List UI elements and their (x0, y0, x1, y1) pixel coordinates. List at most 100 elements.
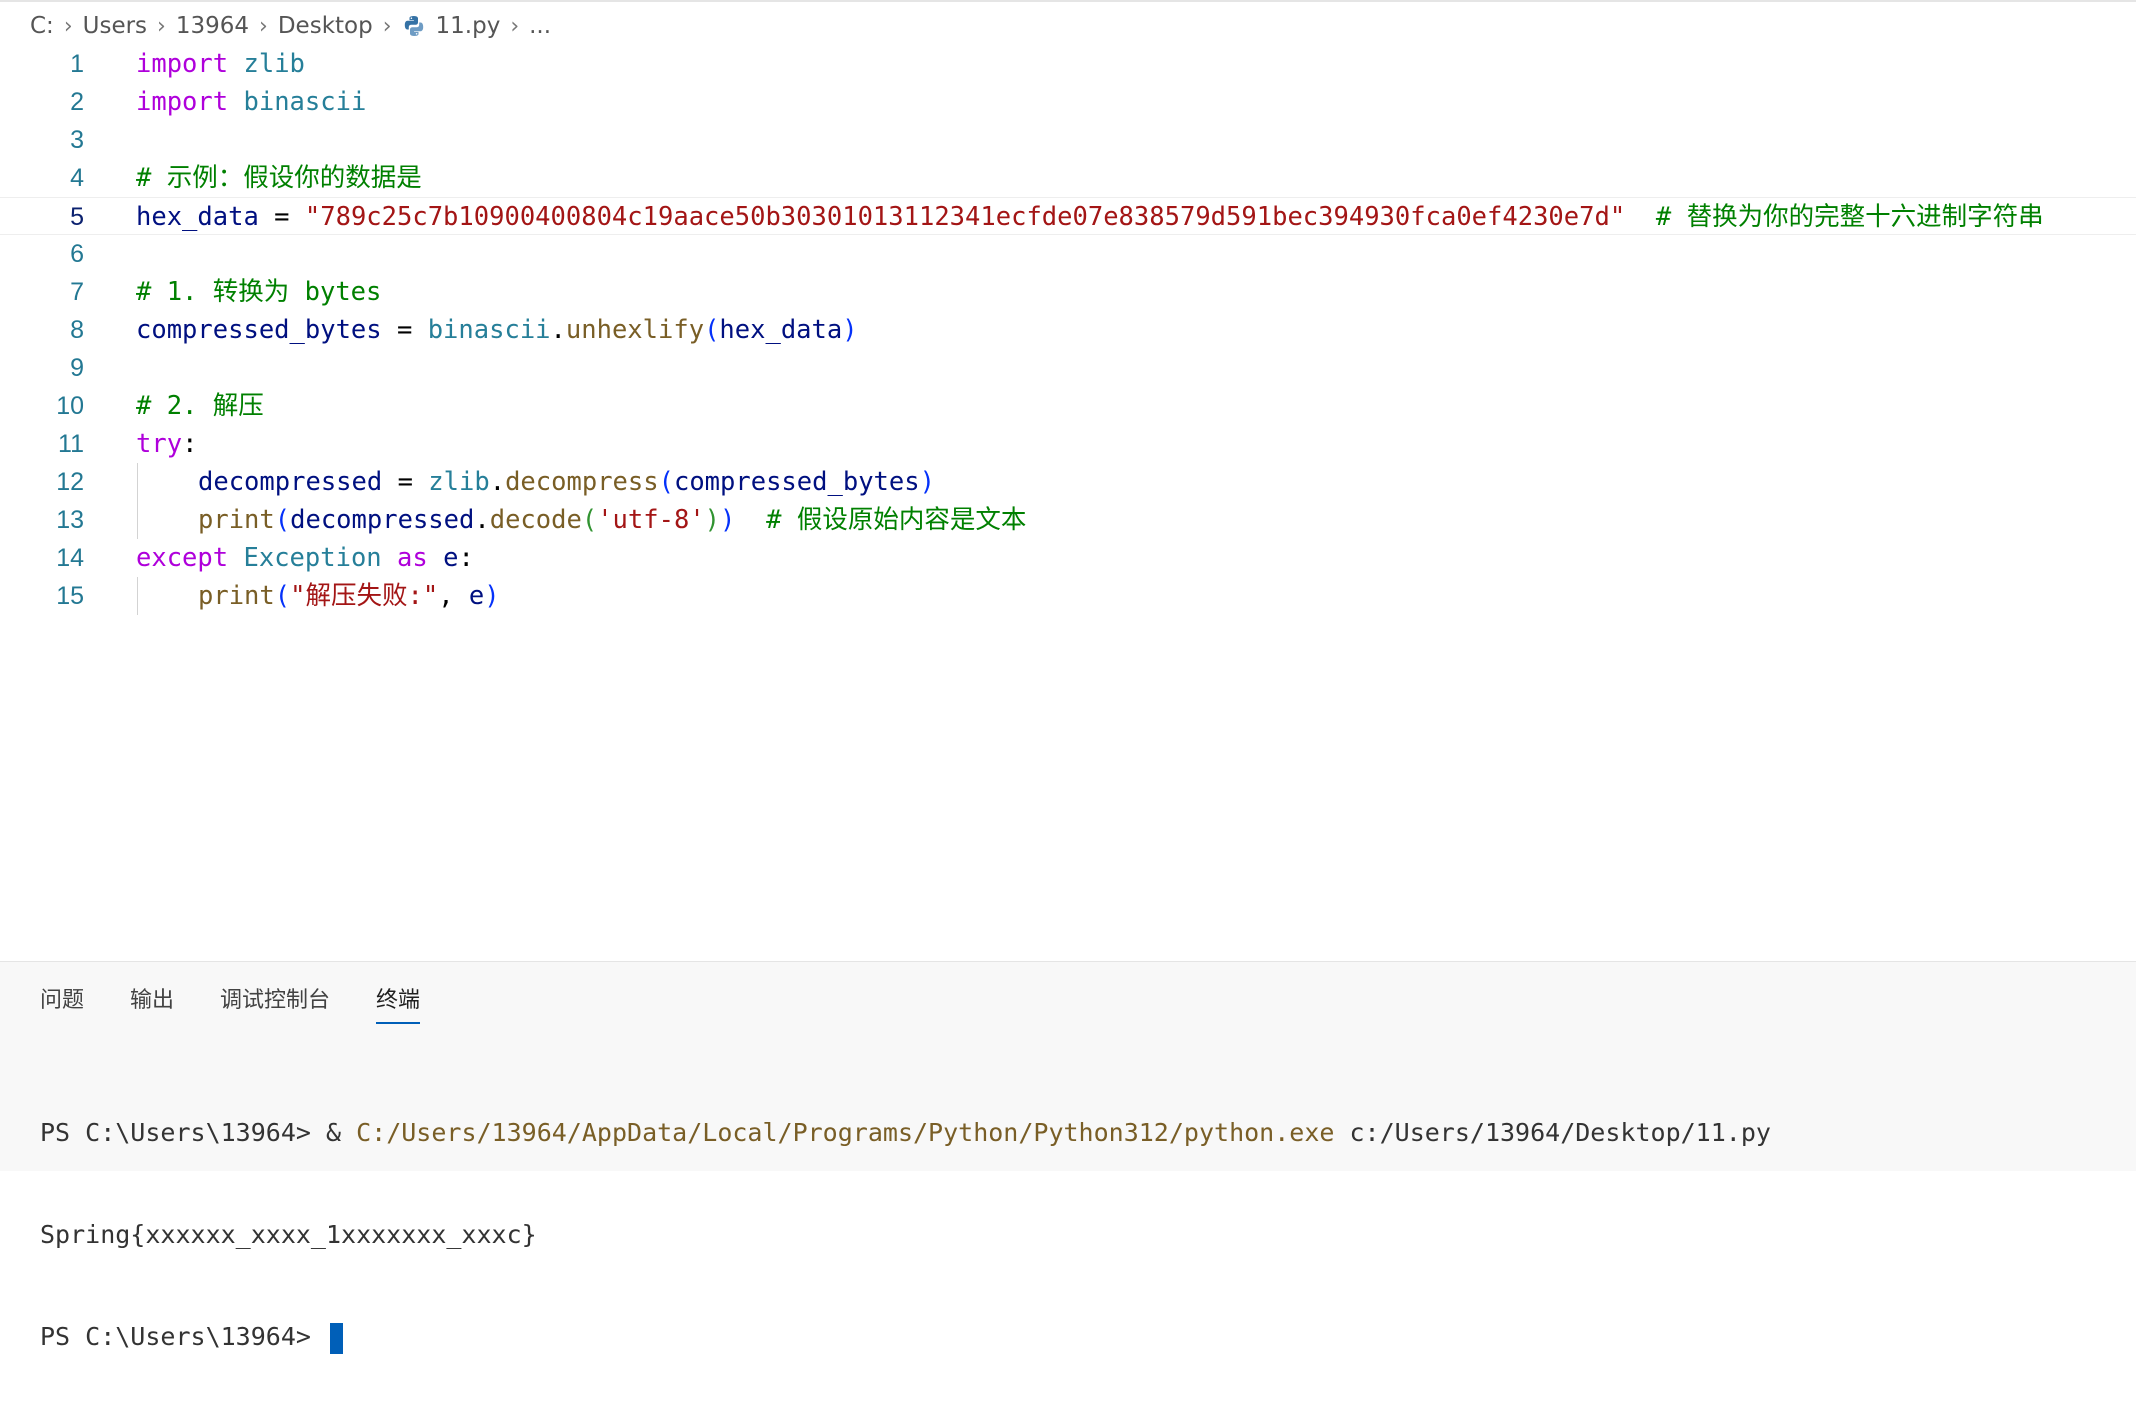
code-token: ) (704, 505, 721, 535)
code-token: : (458, 543, 474, 573)
code-line[interactable]: 9 (0, 349, 2136, 387)
code-token: zlib (428, 467, 490, 497)
code-token: decompress (505, 467, 659, 497)
code-token: 'utf-8' (597, 505, 705, 535)
code-token: . (550, 315, 566, 345)
code-line[interactable]: 5 hex_data = "789c25c7b10900400804c19aace… (0, 197, 2136, 235)
code-token: "解压失败:" (290, 581, 439, 611)
code-token: compressed_bytes (136, 315, 382, 345)
line-number: 5 (70, 203, 84, 231)
code-token: ) (919, 467, 935, 497)
breadcrumb-symbols[interactable]: ... (529, 13, 551, 39)
code-token: ) (720, 505, 736, 535)
code-line[interactable]: 6 (0, 235, 2136, 273)
indent-guide (137, 463, 138, 539)
line-code: print(decompressed.decode('utf-8')) # 假设… (198, 501, 1026, 539)
code-line[interactable]: 11 try: (0, 425, 2136, 463)
code-line[interactable]: 14 except Exception as e: (0, 539, 2136, 577)
code-token: # 假设原始内容是文本 (766, 505, 1027, 535)
code-token: decode (489, 505, 582, 535)
code-token: ) (842, 315, 858, 345)
line-number: 9 (70, 354, 84, 382)
chevron-right-icon: › (259, 13, 268, 39)
line-number: 15 (56, 582, 84, 610)
tab-debug-console[interactable]: 调试控制台 (220, 982, 330, 1024)
terminal-line-command: PS C:\Users\13964> & C:/Users/13964/AppD… (40, 1116, 1771, 1150)
code-token: . (474, 505, 490, 535)
breadcrumb-user-folder[interactable]: 13964 (176, 13, 249, 39)
code-line[interactable]: 10 # 2. 解压 (0, 387, 2136, 425)
terminal-line-prompt: PS C:\Users\13964> (40, 1320, 1771, 1354)
breadcrumb-drive[interactable]: C: (30, 13, 54, 39)
code-line[interactable]: 3 (0, 121, 2136, 159)
code-token: try (136, 429, 183, 459)
tab-problems[interactable]: 问题 (40, 982, 84, 1024)
python-file-icon (404, 16, 423, 36)
code-token: ) (484, 581, 500, 611)
code-line[interactable]: 4 # 示例：假设你的数据是 (0, 159, 2136, 197)
breadcrumb-users[interactable]: Users (83, 13, 147, 39)
terminal-output[interactable]: PS C:\Users\13964> & C:/Users/13964/AppD… (40, 1048, 1771, 1422)
code-line[interactable]: 2 import binascii (0, 83, 2136, 121)
line-code: # 示例：假设你的数据是 (136, 159, 422, 197)
breadcrumb-desktop[interactable]: Desktop (278, 13, 373, 39)
code-token: hex_data (136, 202, 259, 232)
code-token: decompressed (290, 505, 475, 535)
code-line[interactable]: 15 print("解压失败:", e) (0, 577, 2136, 615)
terminal-cursor (329, 1322, 343, 1354)
bottom-panel: 问题 输出 调试控制台 终端 PS C:\Users\13964> & C:/U… (0, 961, 2136, 1354)
terminal-line-result: Spring{xxxxxx_xxxx_1xxxxxxx_xxxc} (40, 1220, 537, 1249)
line-code: import binascii (136, 83, 366, 121)
breadcrumb-file[interactable]: 11.py (436, 13, 501, 39)
code-token: = (258, 202, 305, 232)
line-number: 14 (56, 544, 84, 572)
line-code: compressed_bytes = binascii.unhexlify(he… (136, 311, 858, 349)
terminal-script-arg: c:/Users/13964/Desktop/11.py (1334, 1118, 1771, 1147)
code-token: ( (274, 581, 291, 611)
code-token: ( (274, 505, 291, 535)
breadcrumb: C: › Users › 13964 › Desktop › 11.py › .… (30, 8, 551, 44)
line-code: try: (136, 425, 197, 463)
terminal-prompt: PS C:\Users\13964> (40, 1118, 326, 1147)
code-token: except (136, 543, 229, 573)
code-token: Exception (243, 543, 382, 573)
line-code: # 1. 转换为 bytes (136, 273, 381, 311)
code-token: ( (658, 467, 674, 497)
code-line[interactable]: 12 decompressed = zlib.decompress(compres… (0, 463, 2136, 501)
indent-guide (137, 577, 138, 615)
terminal-prompt: PS C:\Users\13964> (40, 1322, 326, 1351)
line-number: 1 (70, 50, 84, 78)
code-token: = (382, 467, 429, 497)
line-code: import zlib (136, 45, 305, 83)
tab-output[interactable]: 输出 (130, 982, 174, 1024)
code-token: decompressed (198, 467, 383, 497)
code-token: print (198, 505, 275, 535)
code-token: as (397, 543, 428, 573)
code-token: unhexlify (565, 315, 705, 345)
tab-terminal[interactable]: 终端 (376, 982, 421, 1024)
code-token: import (136, 49, 229, 79)
code-token: print (198, 581, 275, 611)
code-token: ( (581, 505, 598, 535)
code-token: compressed_bytes (673, 467, 920, 497)
chevron-right-icon: › (510, 13, 520, 39)
code-line[interactable]: 8 compressed_bytes = binascii.unhexlify(h… (0, 311, 2136, 349)
code-token: e (443, 543, 459, 573)
code-line[interactable]: 7 # 1. 转换为 bytes (0, 273, 2136, 311)
line-code: print("解压失败:", e) (198, 577, 500, 615)
code-line[interactable]: 13 print(decompressed.decode('utf-8')) # … (0, 501, 2136, 539)
code-token: zlib (243, 49, 305, 79)
code-line[interactable]: 1 import zlib (0, 45, 2136, 83)
code-editor[interactable]: 1 import zlib 2 import binascii 3 4 # 示例：假设你的数… (0, 45, 2136, 620)
code-token: # 替换为你的完整十六进制字符串 (1655, 202, 2044, 232)
code-token: import (136, 87, 229, 117)
code-token: : (182, 429, 198, 459)
chevron-right-icon: › (63, 13, 73, 39)
line-code: decompressed = zlib.decompress(compresse… (198, 463, 935, 501)
